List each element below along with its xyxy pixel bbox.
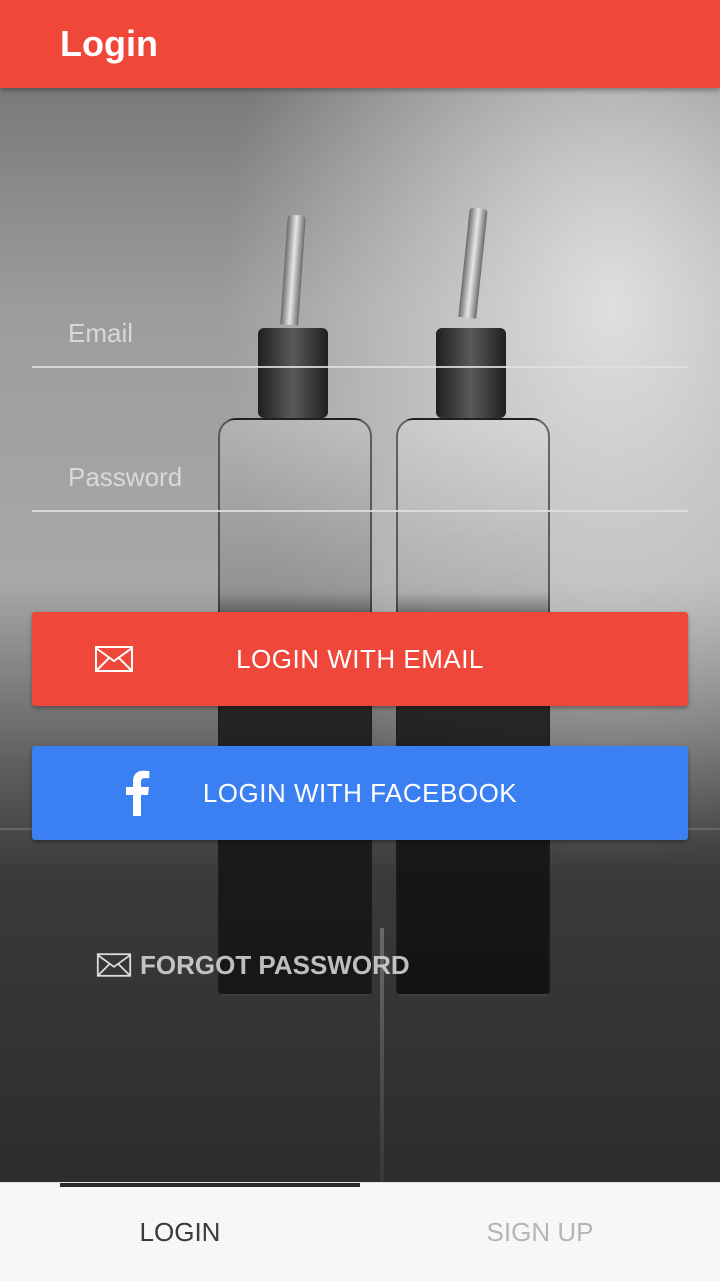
page-title: Login: [60, 23, 158, 64]
bottom-tab-bar: LOGIN SIGN UP: [0, 1182, 720, 1281]
tab-login-label: LOGIN: [139, 1216, 221, 1247]
active-tab-indicator: [60, 1183, 360, 1187]
login-with-email-button[interactable]: LOGIN WITH EMAIL: [32, 612, 688, 706]
envelope-icon: [96, 953, 132, 977]
login-with-facebook-label: LOGIN WITH FACEBOOK: [202, 777, 518, 808]
email-field: [32, 300, 688, 368]
app-bar: Login: [0, 0, 720, 88]
password-input[interactable]: [66, 454, 670, 500]
forgot-password-label: FORGOT PASSWORD: [140, 949, 410, 980]
forgot-password-link[interactable]: FORGOT PASSWORD: [96, 948, 410, 982]
login-with-facebook-button[interactable]: LOGIN WITH FACEBOOK: [32, 746, 688, 840]
tab-login[interactable]: LOGIN: [0, 1183, 360, 1281]
tab-sign-up-label: SIGN UP: [486, 1216, 594, 1247]
tab-sign-up[interactable]: SIGN UP: [360, 1183, 720, 1281]
login-with-email-label: LOGIN WITH EMAIL: [236, 643, 484, 674]
password-field: [32, 444, 688, 512]
email-input[interactable]: [66, 310, 670, 356]
